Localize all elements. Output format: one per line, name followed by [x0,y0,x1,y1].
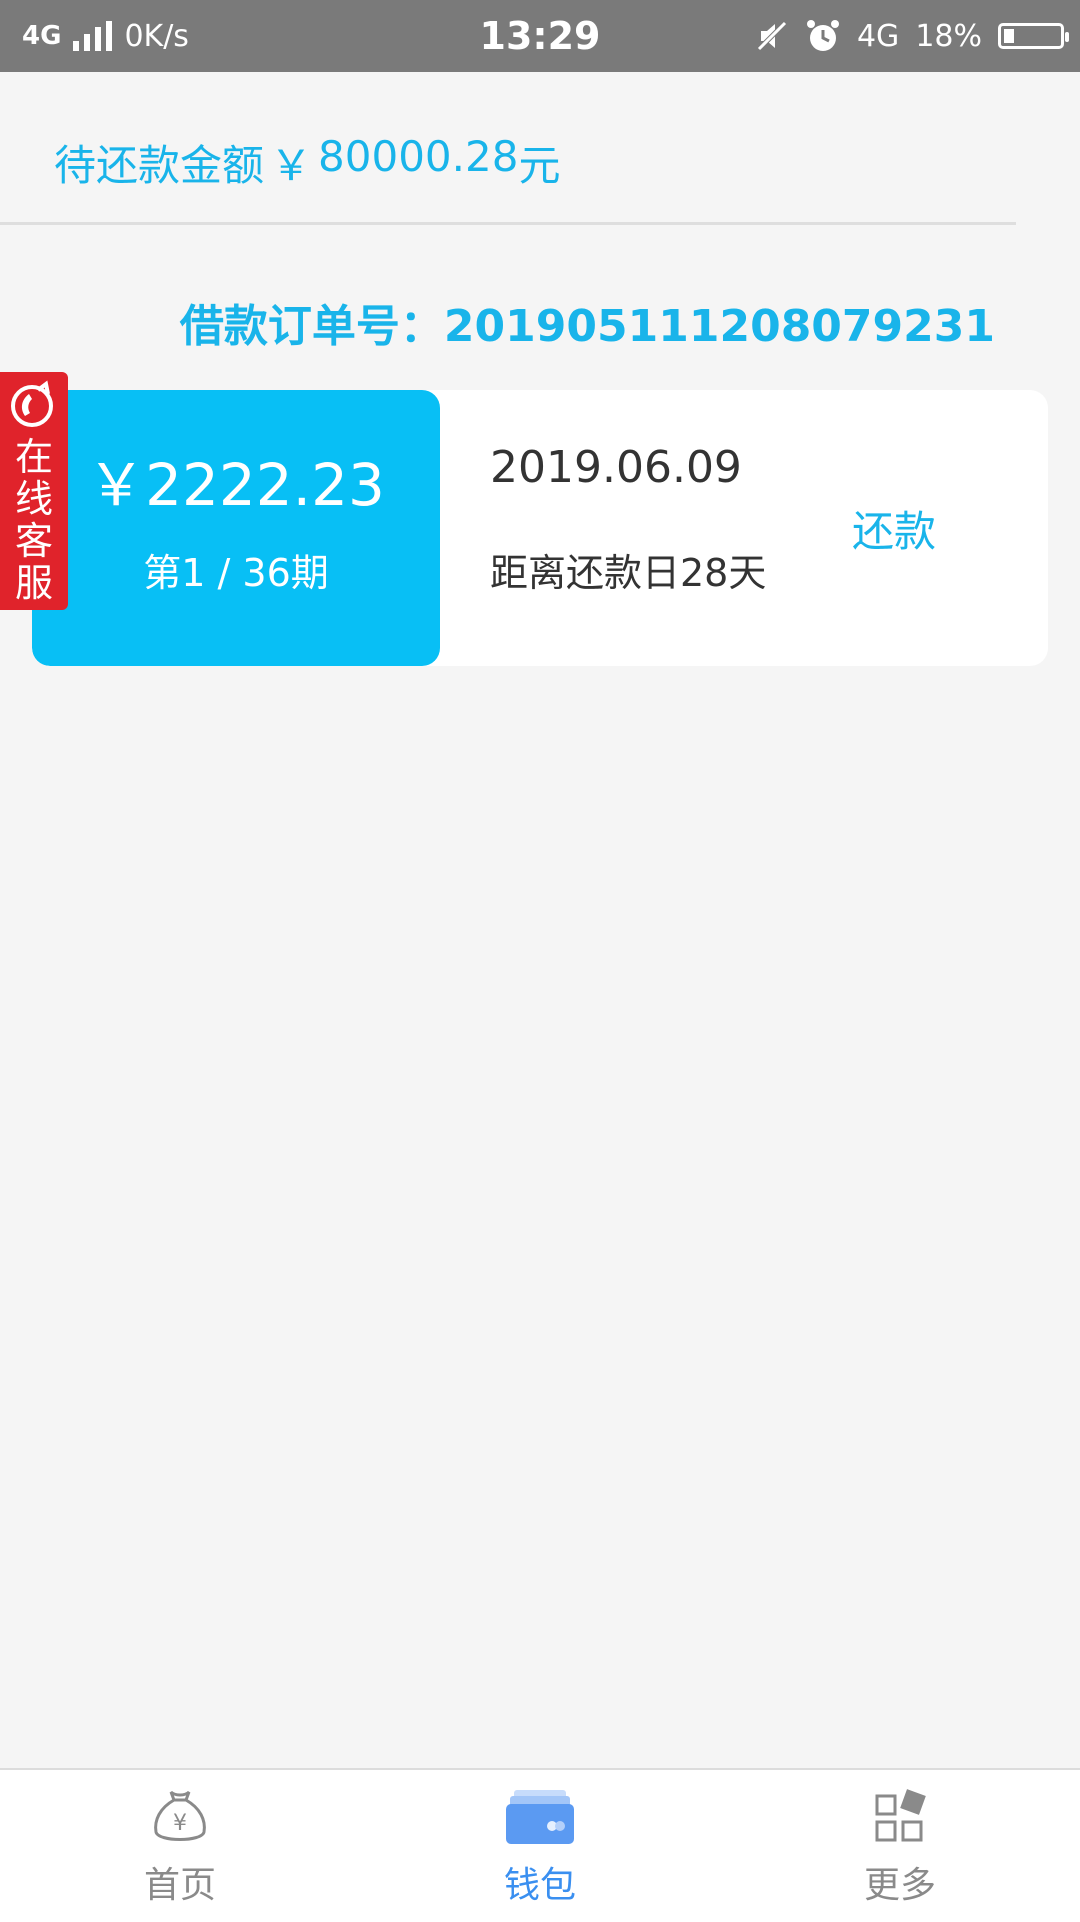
service-label: 在 线 客 服 [0,436,68,604]
service-char: 线 [14,477,53,521]
due-date: 2019.06.09 [490,442,742,493]
service-char: 服 [14,561,53,605]
battery-percent: 18% [915,18,982,54]
svg-text:¥: ¥ [173,1811,187,1836]
bottom-nav: ¥ 首页 钱包 更多 [0,1768,1080,1922]
pending-value: 80000.28 [318,132,519,181]
nav-more[interactable]: 更多 [800,1784,1000,1914]
service-char: 在 [14,435,53,479]
status-right: 4G 18% [755,14,1069,58]
grid-icon [875,1789,926,1842]
wallet-icon [506,1790,574,1844]
pending-label: 待还款金额 [54,141,265,190]
network-type-right: 4G [856,18,900,54]
phone-icon [11,380,53,427]
pending-unit: 元 [518,141,561,190]
status-bar: 4G 0K/s 13:29 4G 18% [0,0,1080,72]
service-char: 客 [14,519,53,563]
mute-icon [757,21,787,51]
alarm-icon [806,20,839,51]
order-number: 借款订单号：201905111208079231 [0,290,995,354]
pending-currency: ￥ [270,141,313,190]
battery-icon [998,23,1069,49]
online-service-tab[interactable]: 在 线 客 服 [0,372,68,610]
order-value: 201905111208079231 [443,301,995,352]
repay-button[interactable]: 还款 [852,498,936,559]
nav-wallet-label: 钱包 [503,1865,576,1906]
nav-more-label: 更多 [863,1865,936,1906]
installment-amount: ￥2222.23 [87,451,385,519]
nav-home[interactable]: ¥ 首页 [80,1784,280,1914]
installment-amount-panel: ￥2222.23 第1 / 36期 [32,390,440,666]
order-label: 借款订单号： [179,301,444,352]
installment-card: ￥2222.23 第1 / 36期 2019.06.09 距离还款日28天 还款 [32,390,1048,666]
money-bag-icon: ¥ [154,1790,206,1841]
battery-level [1004,29,1014,43]
pending-amount: 待还款金额 ￥ 80000.28 元 [54,132,560,193]
nav-home-label: 首页 [143,1865,216,1906]
days-until-due: 距离还款日28天 [490,551,767,595]
divider [0,222,1016,225]
nav-wallet[interactable]: 钱包 [440,1784,640,1914]
installment-period: 第1 / 36期 [143,551,329,595]
